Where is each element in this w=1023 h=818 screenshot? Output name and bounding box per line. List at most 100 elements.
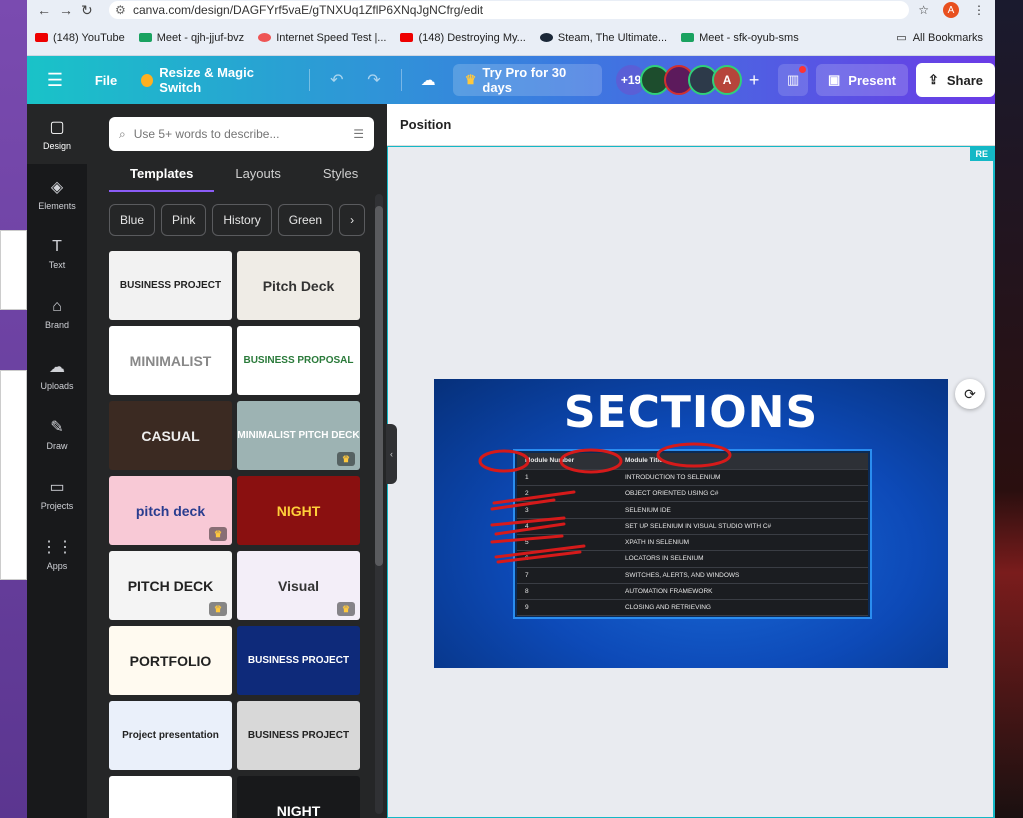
bookmark-item[interactable]: Internet Speed Test |... — [258, 32, 386, 44]
table-row: 7 SWITCHES, ALERTS, AND WINDOWS — [517, 567, 868, 584]
browser-window: ← → ↻ ⚙ canva.com/design/DAGFYrf5vaE/gTN… — [27, 0, 995, 818]
template-thumbnail[interactable]: Visual ♛ — [237, 551, 360, 620]
template-search[interactable]: ⌕ ☰ — [109, 117, 374, 151]
site-settings-icon[interactable]: ⚙ — [115, 3, 133, 17]
text-icon: T — [52, 238, 62, 255]
url-field[interactable]: ⚙ canva.com/design/DAGFYrf5vaE/gTNXUq1Zf… — [109, 1, 909, 19]
reload-icon[interactable]: ↻ — [81, 2, 103, 19]
bookmark-item[interactable]: Meet - qjh-jjuf-bvz — [138, 32, 244, 44]
rail-item-elements[interactable]: ◈ Elements — [27, 164, 87, 224]
pro-crown-icon: ♛ — [209, 602, 227, 616]
rail-item-design[interactable]: ▢ Design — [27, 104, 87, 164]
rail-item-draw[interactable]: ✎ Draw — [27, 404, 87, 464]
scrollbar-thumb[interactable] — [375, 206, 383, 566]
projects-icon: ▭ — [49, 479, 65, 496]
module-title-cell: SET UP SELENIUM IN VISUAL STUDIO WITH C# — [617, 518, 868, 535]
template-thumbnail[interactable]: BUSINESS PROJECT — [237, 701, 360, 770]
meet-icon — [138, 33, 152, 42]
chip-green[interactable]: Green — [277, 204, 334, 236]
template-thumbnail[interactable]: CASUAL — [109, 401, 232, 470]
profile-avatar[interactable]: A — [943, 2, 959, 18]
template-thumbnail[interactable]: Pitch Deck — [237, 251, 360, 320]
all-bookmarks[interactable]: ▭ All Bookmarks — [896, 31, 995, 45]
module-number-cell: 7 — [517, 567, 617, 584]
forward-icon[interactable]: → — [59, 2, 81, 18]
template-title: Visual — [278, 577, 319, 594]
try-pro-button[interactable]: ♛ Try Pro for 30 days — [452, 64, 603, 96]
avatar[interactable]: A — [712, 65, 743, 95]
add-collaborator-icon[interactable]: + — [742, 70, 766, 91]
star-icon[interactable]: ☆ — [918, 3, 929, 17]
canva-header: ☰ File Resize & Magic Switch ↶ ↷ ☁ ♛ Try … — [27, 56, 995, 104]
chip-pink[interactable]: Pink — [161, 204, 207, 236]
file-menu-button[interactable]: File — [83, 73, 129, 88]
module-number-cell: 8 — [517, 583, 617, 601]
tab-templates[interactable]: Templates — [109, 162, 215, 192]
share-button[interactable]: ⇪ Share — [915, 63, 995, 97]
position-heading: Position — [387, 104, 995, 146]
cloud-saved-icon[interactable]: ☁ — [410, 71, 447, 89]
pro-crown-icon: ♛ — [209, 527, 227, 541]
template-title: BUSINESS PROJECT — [119, 280, 222, 291]
draw-icon: ✎ — [50, 419, 64, 436]
rail-item-brand[interactable]: ⌂ Brand — [27, 284, 87, 344]
template-thumbnail[interactable]: BUSINESS PROJECT — [237, 626, 360, 695]
slide[interactable]: SECTIONS Module Number Module Title 1 INT… — [434, 379, 948, 668]
hamburger-menu-icon[interactable]: ☰ — [27, 70, 83, 91]
module-number-cell: 5 — [517, 534, 617, 552]
back-icon[interactable]: ← — [37, 2, 59, 18]
slide-title[interactable]: SECTIONS — [434, 387, 948, 438]
rail-item-projects[interactable]: ▭ Projects — [27, 464, 87, 524]
rail-item-apps[interactable]: ⋮⋮ Apps — [27, 524, 87, 584]
collapse-panel-icon[interactable]: ‹ — [386, 424, 397, 484]
bookmark-item[interactable]: (148) YouTube — [35, 32, 125, 44]
module-title-cell: AUTOMATION FRAMEWORK — [617, 583, 868, 601]
template-thumbnail[interactable]: PITCH DECK ♛ — [109, 551, 232, 620]
template-title: BUSINESS PROJECT — [247, 655, 350, 666]
filter-icon[interactable]: ☰ — [353, 127, 364, 141]
redo-icon[interactable]: ↷ — [355, 70, 392, 90]
tab-styles[interactable]: Styles — [302, 162, 379, 192]
steam-icon — [539, 33, 553, 42]
resize-button[interactable]: Resize & Magic Switch — [129, 65, 301, 95]
template-title: pitch deck — [135, 502, 206, 519]
bookmark-item[interactable]: Meet - sfk-oyub-sms — [681, 32, 799, 44]
design-page[interactable]: RE ⟳ SECTIONS Module Number Module Title — [387, 146, 995, 818]
template-thumbnail[interactable]: Project presentation — [109, 701, 232, 770]
pro-crown-icon: ♛ — [337, 452, 355, 466]
template-thumbnail[interactable]: NIGHT — [237, 776, 360, 818]
menu-icon[interactable]: ⋮ — [973, 3, 985, 17]
regenerate-icon[interactable]: ⟳ — [955, 379, 985, 409]
template-thumbnail[interactable]: pitch deck ♛ — [109, 476, 232, 545]
rail-item-uploads[interactable]: ☁ Uploads — [27, 344, 87, 404]
chip-history[interactable]: History — [212, 204, 272, 236]
chip-blue[interactable]: Blue — [109, 204, 156, 236]
template-thumbnail[interactable] — [109, 776, 232, 818]
search-input[interactable] — [133, 127, 354, 141]
template-thumbnail[interactable]: MINIMALIST PITCH DECK ♛ — [237, 401, 360, 470]
present-button[interactable]: ▣ Present — [815, 64, 908, 96]
url-text: canva.com/design/DAGFYrf5vaE/gTNXUq1ZflP… — [133, 3, 484, 17]
modules-table[interactable]: Module Number Module Title 1 INTRODUCTION… — [513, 449, 872, 619]
module-title-cell: SELENIUM IDE — [617, 501, 868, 519]
insights-button[interactable]: ▥ — [778, 64, 808, 96]
template-thumbnail[interactable]: BUSINESS PROPOSAL — [237, 326, 360, 395]
table-header-cell: Module Title — [617, 453, 868, 470]
chips-next-icon[interactable]: › — [339, 204, 366, 236]
bookmark-item[interactable]: Steam, The Ultimate... — [539, 32, 667, 44]
tab-layouts[interactable]: Layouts — [214, 162, 302, 192]
desktop-background-left — [0, 0, 27, 818]
template-thumbnail[interactable]: PORTFOLIO — [109, 626, 232, 695]
template-thumbnail[interactable]: BUSINESS PROJECT — [109, 251, 232, 320]
template-thumbnail[interactable]: MINIMALIST — [109, 326, 232, 395]
rail-item-text[interactable]: T Text — [27, 224, 87, 284]
template-thumbnail[interactable]: NIGHT — [237, 476, 360, 545]
panel-scrollbar[interactable] — [375, 194, 383, 814]
elements-icon: ◈ — [50, 179, 64, 196]
brand-icon: ⌂ — [52, 298, 62, 315]
uploads-icon: ☁ — [49, 359, 65, 376]
pro-crown-icon: ♛ — [337, 602, 355, 616]
collaborator-avatars: +19 A — [616, 65, 743, 95]
undo-icon[interactable]: ↶ — [318, 70, 355, 90]
bookmark-item[interactable]: (148) Destroying My... — [400, 32, 526, 44]
